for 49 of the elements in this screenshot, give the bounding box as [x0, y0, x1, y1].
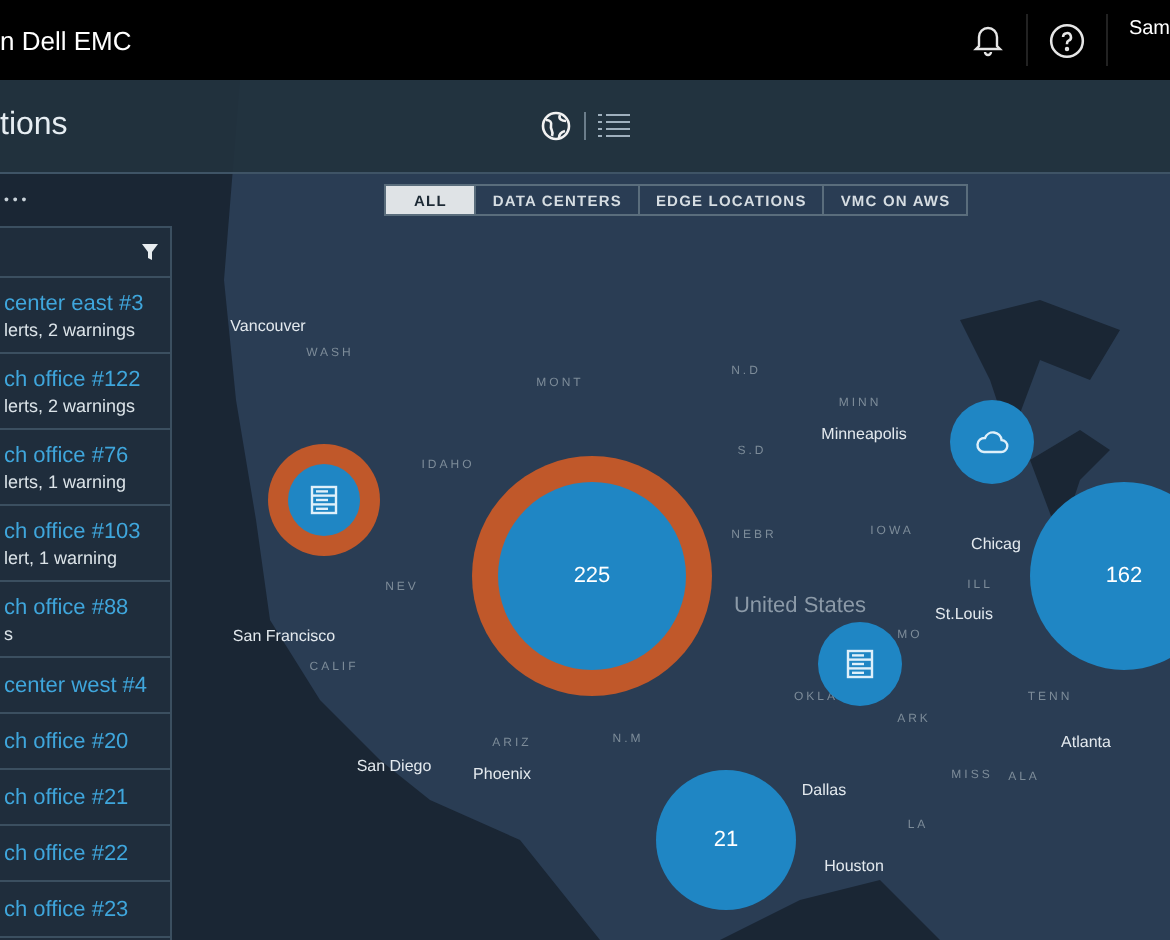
location-item[interactable]: ch office #20 — [0, 714, 170, 770]
location-item[interactable]: ch office #21 — [0, 770, 170, 826]
location-item[interactable]: ch office #22 — [0, 826, 170, 882]
cloud-icon — [974, 428, 1010, 456]
city-label: Phoenix — [473, 765, 531, 783]
user-name[interactable]: Sam — [1128, 18, 1170, 40]
location-name: ch office #103 — [4, 519, 143, 543]
city-label: Minneapolis — [821, 425, 907, 443]
city-label: San Diego — [356, 757, 432, 775]
location-item[interactable]: ch office #76 lerts, 1 warning — [0, 430, 170, 506]
location-item[interactable]: ch office #103 lert, 1 warning — [0, 506, 170, 582]
list-icon[interactable] — [598, 112, 630, 140]
location-name: ch office #22 — [4, 841, 131, 865]
city-label: Chicag — [971, 535, 1021, 553]
location-status: lert, 1 warning — [4, 547, 120, 567]
globe-icon[interactable] — [540, 110, 572, 142]
location-status: lerts, 1 warning — [4, 471, 129, 491]
location-name: center west #4 — [4, 673, 150, 697]
server-icon — [308, 484, 340, 516]
city-label: Atlanta — [1061, 733, 1111, 751]
location-name: ch office #76 — [4, 443, 131, 467]
location-name: ch office #88 — [4, 595, 131, 619]
country-label: United States — [733, 594, 867, 618]
brand-name: n Dell EMC — [0, 25, 134, 55]
city-label: Vancouver — [230, 317, 306, 335]
city-label: St.Louis — [935, 605, 993, 623]
location-item[interactable]: ch office #122 lerts, 2 warnings — [0, 354, 170, 430]
bell-icon[interactable] — [970, 22, 1007, 58]
location-name: ch office #122 — [4, 367, 143, 391]
location-item[interactable]: center east #3 lerts, 2 warnings — [0, 278, 170, 354]
location-item[interactable]: ch office #23 — [0, 882, 170, 938]
location-name: center east #3 — [4, 291, 146, 315]
location-name: ch office #21 — [4, 785, 131, 809]
location-status: lerts, 2 warnings — [4, 319, 138, 339]
city-label: Dallas — [801, 781, 847, 799]
location-item[interactable]: center west #4 — [0, 658, 170, 714]
location-status: lerts, 2 warnings — [4, 395, 138, 415]
location-name: ch office #20 — [4, 729, 131, 753]
location-status: s — [4, 623, 15, 643]
location-name: ch office #23 — [4, 897, 131, 921]
city-label: Houston — [824, 857, 884, 875]
cluster-marker[interactable]: 225 — [498, 482, 686, 670]
help-icon[interactable] — [1048, 21, 1087, 59]
server-icon — [844, 648, 876, 680]
location-item[interactable]: ch office #88 s — [0, 582, 170, 658]
site-marker[interactable] — [288, 464, 360, 536]
filter-icon[interactable] — [142, 244, 158, 260]
page-title: tions — [0, 108, 70, 144]
city-label: San Francisco — [232, 627, 336, 645]
